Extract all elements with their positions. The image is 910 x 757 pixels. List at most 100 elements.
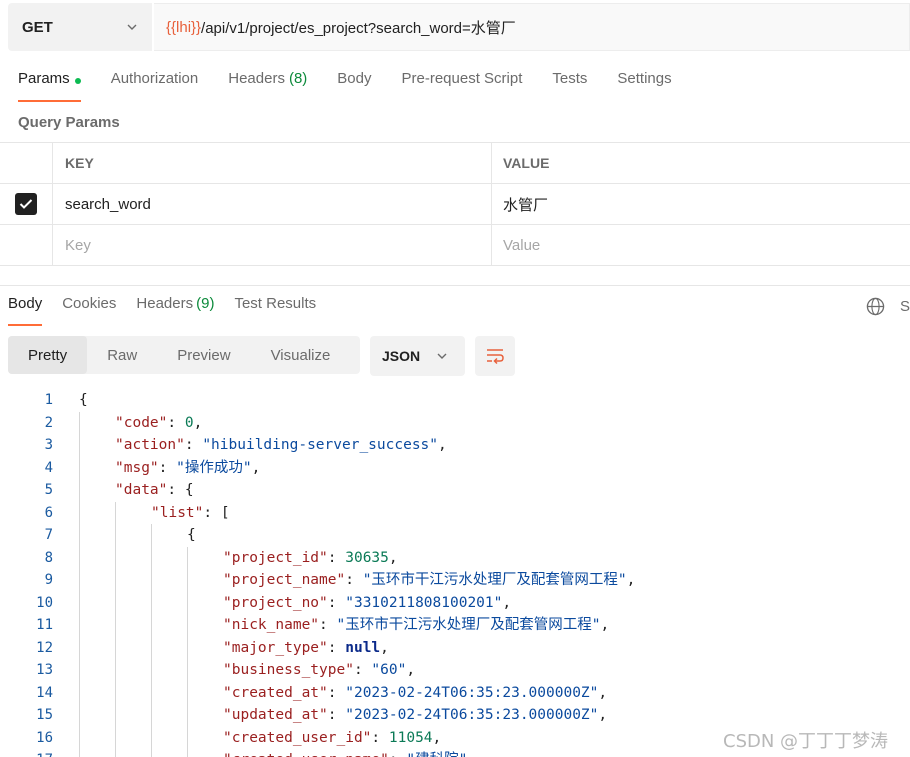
response-headers-count: (9): [196, 295, 215, 312]
code-text: "project_no": "3310211808100201",: [223, 592, 511, 615]
new-value-input[interactable]: Value: [492, 225, 910, 265]
code-line: 14 "created_at": "2023-02-24T06:35:23.000…: [0, 682, 910, 705]
code-token: :: [327, 707, 346, 723]
code-text: "msg": "操作成功",: [115, 457, 260, 480]
method-select[interactable]: GET: [8, 3, 152, 51]
watermark: CSDN @丁丁丁梦涛: [723, 731, 889, 752]
table-header-row: KEY VALUE: [0, 143, 910, 184]
query-params-title: Query Params: [18, 114, 120, 131]
line-number: 16: [36, 729, 53, 746]
code-text: "created_user_name": "建科院": [223, 749, 467, 757]
line-number: 11: [36, 617, 53, 633]
code-line: 8 "project_id": 30635,: [0, 547, 910, 570]
param-enabled-checkbox[interactable]: [15, 193, 37, 215]
indent-guide: [115, 501, 116, 757]
format-select[interactable]: JSON: [370, 336, 465, 376]
code-text: {: [79, 389, 88, 412]
code-token: :: [167, 414, 185, 431]
url-input[interactable]: {{lhi}}/api/v1/project/es_project?search…: [154, 3, 910, 51]
code-token: "list": [151, 504, 204, 521]
request-url-bar: GET {{lhi}}/api/v1/project/es_project?se…: [8, 3, 910, 51]
code-token: "business_type": [223, 662, 354, 678]
code-token: "nick_name": [223, 617, 320, 633]
code-token: "建科院": [406, 752, 467, 757]
code-text: "action": "hibuilding-server_success",: [115, 434, 447, 457]
line-number: 4: [44, 459, 53, 476]
code-token: "created_user_name": [223, 752, 389, 757]
code-text: "list": [: [151, 502, 230, 525]
code-line: 11 "nick_name": "玉环市干江污水处理厂及配套管网工程",: [0, 614, 910, 637]
code-text: "created_user_id": 11054,: [223, 727, 441, 750]
tab-body[interactable]: Body: [337, 70, 371, 102]
globe-icon[interactable]: [866, 297, 885, 316]
chevron-down-icon: [437, 353, 447, 359]
tab-tests-label: Tests: [552, 70, 588, 87]
tab-authorization[interactable]: Authorization: [111, 70, 199, 102]
tab-test-results[interactable]: Test Results: [234, 295, 316, 326]
view-pretty[interactable]: Pretty: [8, 336, 88, 374]
code-token: "code": [115, 414, 168, 431]
code-text: "business_type": "60",: [223, 659, 415, 682]
code-token: "created_user_id": [223, 729, 372, 746]
query-params-table: KEY VALUE search_word 水管厂 Key Value: [0, 142, 910, 266]
code-token: 0: [184, 414, 194, 431]
code-token: ,: [193, 414, 203, 431]
tab-pre-request-script[interactable]: Pre-request Script: [402, 70, 523, 102]
code-token: : [: [203, 504, 230, 521]
code-token: ,: [502, 594, 512, 611]
line-number: 9: [44, 572, 53, 588]
code-line: 10 "project_no": "3310211808100201",: [0, 592, 910, 615]
tab-headers[interactable]: Headers (8): [228, 70, 307, 102]
param-value-input[interactable]: 水管厂: [492, 184, 910, 224]
code-token: "action": [115, 437, 185, 453]
checkmark-icon: [19, 199, 33, 209]
line-number: 15: [36, 707, 53, 723]
code-token: ,: [438, 437, 447, 453]
tab-tests[interactable]: Tests: [552, 70, 587, 102]
view-preview[interactable]: Preview: [157, 336, 250, 374]
code-text: "project_id": 30635,: [223, 547, 398, 570]
new-key-input[interactable]: Key: [53, 225, 492, 265]
code-token: "data": [115, 482, 168, 498]
code-line: 4 "msg": "操作成功",: [0, 457, 910, 480]
url-path: /api/v1/project/es_project?search_word=水…: [201, 19, 516, 37]
code-token: ,: [388, 549, 398, 566]
tab-params[interactable]: Params: [18, 70, 81, 102]
method-label: GET: [22, 18, 53, 36]
line-number: 3: [44, 437, 53, 453]
empty-check-cell: [0, 225, 53, 265]
code-token: "2023-02-24T06:35:23.000000Z": [345, 684, 599, 701]
tab-settings-label: Settings: [617, 70, 672, 87]
section-divider: [0, 285, 910, 286]
code-token: "major_type": [223, 639, 328, 656]
tab-response-headers[interactable]: Headers (9): [136, 295, 214, 326]
code-line: 2 "code": 0,: [0, 412, 910, 435]
line-number: 5: [44, 482, 53, 498]
line-number: 2: [44, 414, 53, 431]
code-token: null: [345, 639, 381, 656]
code-token: "updated_at": [223, 707, 328, 723]
view-visualize[interactable]: Visualize: [251, 336, 351, 374]
tab-response-body[interactable]: Body: [8, 295, 43, 326]
save-response-label[interactable]: S: [900, 298, 910, 315]
wrap-lines-button[interactable]: [475, 336, 515, 376]
response-body-editor[interactable]: 1{2 "code": 0, 3 "action": "hibuilding-serv…: [0, 389, 910, 757]
code-token: :: [353, 662, 372, 678]
format-label: JSON: [382, 348, 421, 364]
code-line: 15 "updated_at": "2023-02-24T06:35:23.000…: [0, 704, 910, 727]
line-number: 7: [44, 527, 53, 543]
tab-cookies[interactable]: Cookies: [62, 295, 116, 326]
view-raw[interactable]: Raw: [87, 336, 157, 374]
code-text: {: [187, 524, 196, 547]
code-line: 6 "list": [: [0, 502, 910, 525]
code-token: "3310211808100201": [345, 594, 503, 611]
param-key-input[interactable]: search_word: [53, 184, 492, 224]
table-row: search_word 水管厂: [0, 184, 910, 225]
tab-settings[interactable]: Settings: [617, 70, 671, 102]
code-token: : {: [167, 482, 194, 498]
indent-guide: [187, 546, 188, 757]
tab-authorization-label: Authorization: [110, 70, 199, 87]
code-token: ,: [406, 662, 416, 678]
row-check-cell: [0, 184, 53, 224]
code-token: "操作成功": [176, 459, 252, 476]
